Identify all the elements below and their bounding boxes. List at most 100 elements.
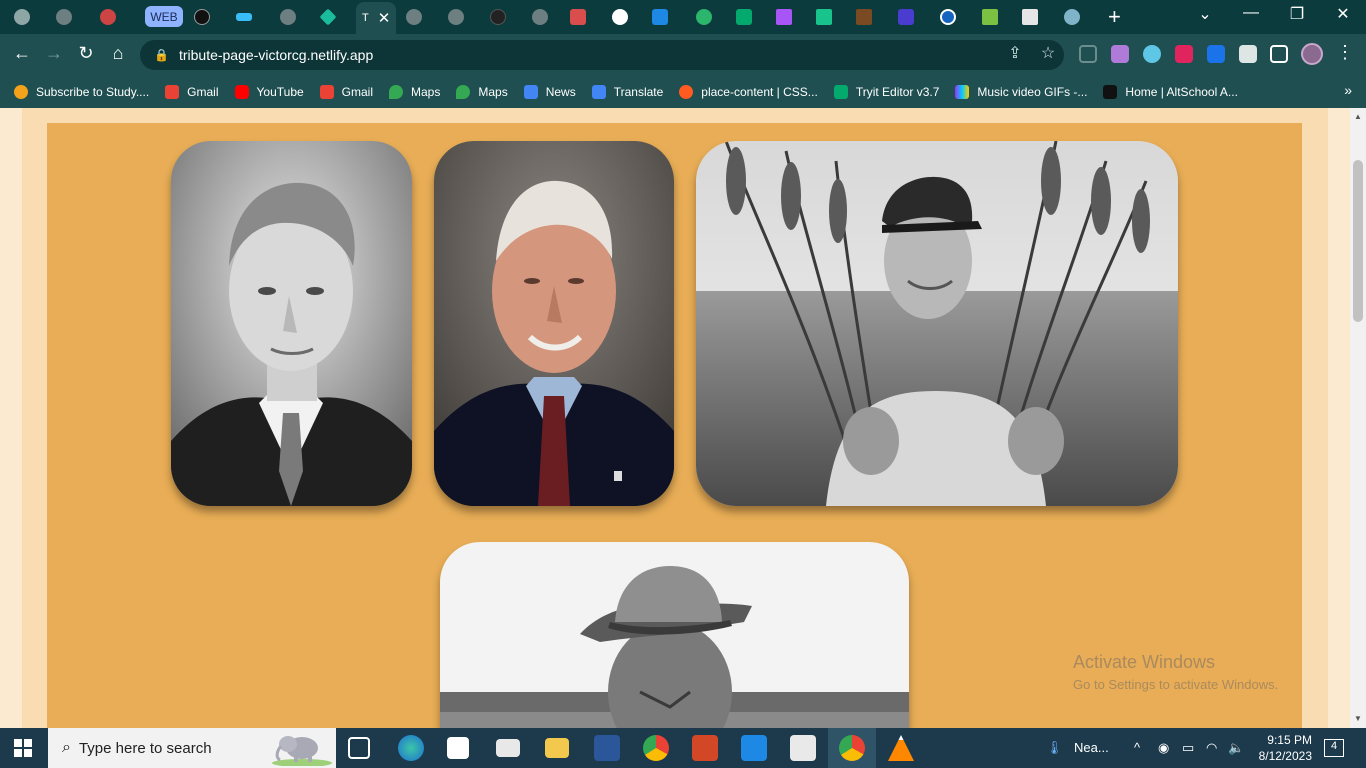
page-scrollbar[interactable]: ▲ ▼: [1350, 108, 1366, 728]
tab-strip: WEB T ✕ + ⌄ — ❐ ✕: [0, 0, 1366, 34]
bookmark-item[interactable]: Tryit Editor v3.7: [833, 85, 939, 99]
tab-openai[interactable]: [14, 5, 30, 29]
bookmarks-overflow-icon[interactable]: »: [1344, 82, 1352, 98]
angular-icon: [194, 9, 210, 25]
tab-terminal[interactable]: [898, 5, 914, 29]
tab-book[interactable]: [570, 5, 586, 29]
tab-angular[interactable]: [194, 5, 210, 29]
volume-icon[interactable]: 🔈: [1228, 740, 1244, 756]
profile-avatar[interactable]: [1301, 43, 1323, 65]
tab-circle[interactable]: [940, 5, 956, 29]
weather-icon[interactable]: 🌡: [1046, 740, 1063, 756]
bookmark-item[interactable]: YouTube: [234, 85, 304, 99]
tab-search-icon[interactable]: ⌄: [1190, 4, 1220, 24]
tab-group-web[interactable]: WEB: [145, 6, 183, 27]
tab-globe-2[interactable]: [280, 5, 296, 29]
side-panel-icon[interactable]: [1270, 45, 1288, 63]
reload-button[interactable]: ↻: [74, 43, 98, 64]
address-bar[interactable]: 🔒 tribute-page-victorcg.netlify.app: [140, 40, 1064, 70]
windows-start-icon[interactable]: [14, 739, 32, 757]
tab-asterisk[interactable]: [696, 5, 712, 29]
bookmark-item[interactable]: Translate: [591, 85, 663, 99]
extension-doc-icon[interactable]: [1207, 45, 1225, 63]
tab-image[interactable]: [856, 5, 872, 29]
share-icon[interactable]: ⇪: [1004, 43, 1026, 63]
tab-globe-3[interactable]: [406, 5, 422, 29]
powerpoint-icon[interactable]: [692, 735, 718, 761]
forward-button[interactable]: →: [42, 43, 66, 64]
tab-download[interactable]: [1022, 5, 1038, 29]
tab-download-green[interactable]: [982, 5, 998, 29]
close-tab-icon[interactable]: ✕: [378, 9, 391, 27]
extension-bracket-icon[interactable]: [1111, 45, 1129, 63]
github-icon: [490, 9, 506, 25]
mail-icon[interactable]: [496, 739, 520, 757]
bookmark-item[interactable]: Gmail: [165, 85, 219, 99]
bookmark-item[interactable]: Maps: [389, 85, 440, 99]
scroll-down-icon[interactable]: ▼: [1354, 714, 1362, 723]
bookmark-item[interactable]: News: [523, 85, 576, 99]
tab-vscode[interactable]: [652, 5, 668, 29]
globe-icon: [532, 9, 548, 25]
bookmark-item[interactable]: Gmail: [319, 85, 373, 99]
close-window-button[interactable]: ✕: [1328, 4, 1358, 24]
extension-m-icon[interactable]: [1175, 45, 1193, 63]
bookmark-item[interactable]: place-content | CSS...: [679, 85, 818, 99]
meet-now-icon[interactable]: ◉: [1158, 740, 1169, 756]
taskbar-search-box[interactable]: ⌕ Type here to search: [48, 728, 336, 768]
tab-github[interactable]: [490, 5, 506, 29]
notification-center-icon[interactable]: 4: [1324, 739, 1344, 757]
scroll-up-icon[interactable]: ▲: [1354, 112, 1362, 121]
vlc-icon[interactable]: [888, 735, 914, 761]
straw-hat-photo: [440, 542, 909, 728]
battery-icon[interactable]: ▭: [1182, 740, 1194, 756]
chrome-icon[interactable]: [643, 735, 669, 761]
bookmark-star-icon[interactable]: ☆: [1037, 43, 1059, 63]
asterisk-icon: [696, 9, 712, 25]
menu-kebab-icon[interactable]: ⋮: [1336, 42, 1354, 63]
tab-rocket[interactable]: [100, 5, 116, 29]
tab-diamond[interactable]: [319, 5, 337, 29]
restore-button[interactable]: ❐: [1282, 4, 1312, 24]
word-icon[interactable]: [594, 735, 620, 761]
back-button[interactable]: ←: [10, 43, 34, 64]
file-explorer-icon[interactable]: [545, 738, 569, 758]
vscode-taskbar-icon[interactable]: [741, 735, 767, 761]
tab-globe-4[interactable]: [448, 5, 464, 29]
bookmark-item[interactable]: Maps: [456, 85, 508, 99]
weather-label[interactable]: Nea...: [1074, 740, 1109, 755]
w3schools-icon: [736, 9, 752, 25]
tab-globe-1[interactable]: [56, 5, 72, 29]
minimize-button[interactable]: —: [1236, 4, 1266, 22]
chrome-profile-icon[interactable]: [839, 735, 865, 761]
tab-w3schools[interactable]: [736, 5, 752, 29]
system-clock[interactable]: 9:15 PM 8/12/2023: [1256, 732, 1312, 764]
puzzle-icon[interactable]: [1239, 45, 1257, 63]
tab-globe-5[interactable]: [532, 5, 548, 29]
photos-icon[interactable]: [790, 735, 816, 761]
wifi-icon[interactable]: ◠: [1206, 740, 1217, 756]
bookmark-item[interactable]: Music video GIFs -...: [955, 85, 1087, 99]
vscode-icon: [652, 9, 668, 25]
tab-vite[interactable]: [776, 5, 792, 29]
activate-windows-watermark: Activate Windows Go to Settings to activ…: [1073, 652, 1278, 692]
task-view-icon[interactable]: [348, 737, 370, 759]
tab-active-tribute[interactable]: T ✕: [356, 2, 397, 34]
tailwind-icon: [236, 13, 252, 21]
home-button[interactable]: ⌂: [106, 43, 130, 64]
tray-overflow-icon[interactable]: ^: [1134, 740, 1140, 755]
tab-react[interactable]: [1064, 5, 1080, 29]
tab-codepen[interactable]: [816, 5, 832, 29]
bookmark-item[interactable]: Subscribe to Study....: [14, 85, 149, 99]
browser-toolbar: ← → ↻ ⌂ 🔒 tribute-page-victorcg.netlify.…: [0, 34, 1366, 76]
edge-icon[interactable]: [398, 735, 424, 761]
tab-tailwind[interactable]: [236, 5, 252, 29]
bookmark-item[interactable]: Home | AltSchool A...: [1103, 85, 1238, 99]
tab-google[interactable]: [612, 5, 628, 29]
w3-icon: [833, 85, 848, 99]
react-devtools-icon[interactable]: [1143, 45, 1161, 63]
scrollbar-thumb[interactable]: [1353, 160, 1363, 322]
store-icon[interactable]: [447, 737, 469, 759]
extension-grid-icon[interactable]: [1079, 45, 1097, 63]
new-tab-button[interactable]: +: [1108, 4, 1121, 30]
